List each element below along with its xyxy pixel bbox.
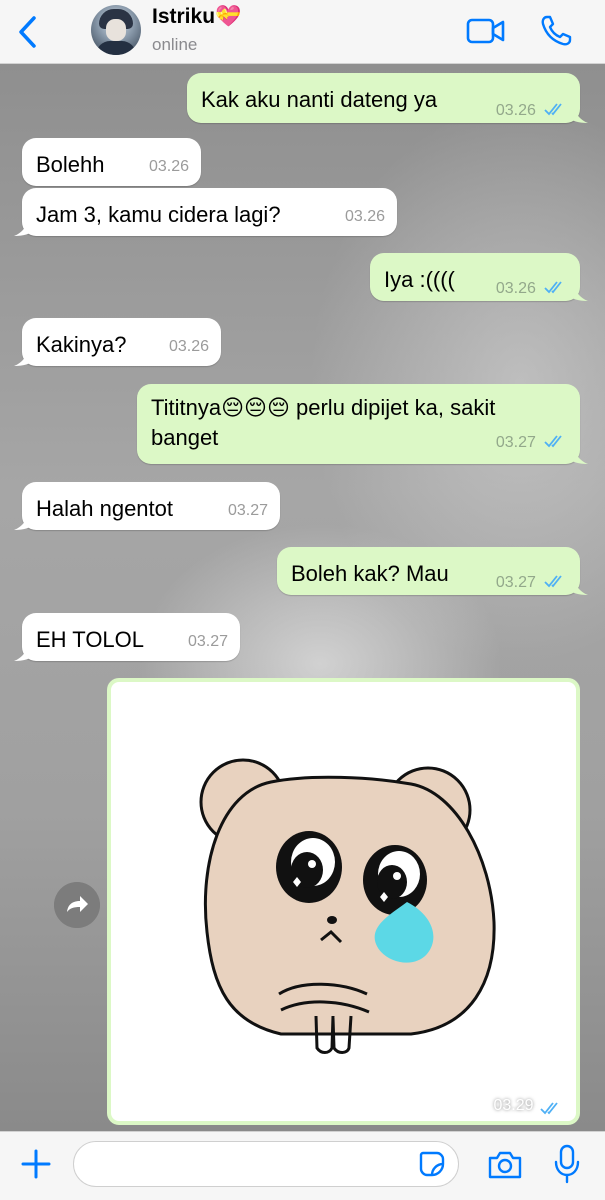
message-incoming[interactable]: EH TOLOL 03.27 (14, 613, 240, 661)
message-time: 03.26 (344, 208, 385, 225)
bubble-tail (568, 281, 588, 301)
message-time: 03.26 (168, 338, 209, 355)
contact-name[interactable]: Istriku💝 (152, 5, 241, 29)
message-text: Kak aku nanti dateng ya (201, 87, 438, 112)
bubble-tail (14, 510, 34, 530)
message-time: 03.27 (495, 574, 536, 591)
message-text: Kakinya? (36, 332, 127, 357)
crying-bear-sticker (199, 758, 496, 1054)
double-check-icon (540, 1102, 558, 1115)
bubble-tail (14, 216, 34, 236)
message-time: 03.26 (148, 158, 189, 175)
message-text: Jam 3, kamu cidera lagi? (36, 202, 281, 227)
message-text: Bolehh (36, 152, 105, 177)
plus-icon[interactable] (20, 1148, 52, 1180)
message-incoming[interactable]: Jam 3, kamu cidera lagi? 03.26 (14, 188, 397, 236)
message-time: 03.27 (187, 633, 228, 650)
bubble-tail (14, 346, 34, 366)
bubble-tail (568, 103, 588, 123)
forward-icon[interactable] (54, 882, 100, 928)
message-incoming[interactable]: Halah ngentot 03.27 (14, 482, 280, 530)
message-outgoing[interactable]: Tititnya😔😔😔 perlu dipijet ka, sakit bang… (137, 384, 588, 464)
message-time: 03.27 (495, 434, 536, 451)
message-text: Boleh kak? Mau (291, 561, 449, 586)
contact-status: online (152, 35, 198, 54)
phone-icon[interactable] (539, 14, 573, 48)
microphone-icon[interactable] (553, 1144, 581, 1184)
message-text: Tititnya😔😔😔 perlu dipijet ka, sakit (151, 395, 496, 420)
message-text: EH TOLOL (36, 627, 145, 652)
sticker-icon[interactable] (418, 1150, 446, 1178)
message-incoming[interactable]: Kakinya? 03.26 (14, 318, 221, 366)
camera-icon[interactable] (487, 1150, 523, 1180)
message-time: 03.27 (227, 502, 268, 519)
message-outgoing[interactable]: Boleh kak? Mau 03.27 (277, 547, 588, 595)
composer-bar (0, 1131, 605, 1200)
message-time: 03.26 (495, 280, 536, 297)
double-check-icon (544, 575, 562, 588)
double-check-icon (544, 435, 562, 448)
video-camera-icon[interactable] (466, 15, 506, 47)
chat-header: Istriku💝 online (0, 0, 605, 64)
message-time: 03.26 (495, 102, 536, 119)
message-time: 03.29 (494, 1096, 563, 1115)
chat-area[interactable]: Kak aku nanti dateng ya 03.26 Bolehh 03.… (0, 64, 605, 1131)
message-outgoing[interactable]: Kak aku nanti dateng ya 03.26 (187, 73, 588, 123)
bubble-tail (568, 444, 588, 464)
message-text: Halah ngentot (36, 496, 173, 521)
bubble-tail (14, 641, 34, 661)
message-incoming[interactable]: Bolehh 03.26 (22, 138, 201, 186)
bubble-tail (568, 575, 588, 595)
chevron-left-icon[interactable] (14, 14, 44, 50)
avatar[interactable] (91, 5, 141, 55)
message-outgoing[interactable]: Iya :(((( 03.26 (370, 253, 588, 301)
message-input[interactable] (73, 1141, 459, 1187)
double-check-icon (544, 281, 562, 294)
double-check-icon (544, 103, 562, 116)
sticker-message[interactable]: 03.29 (107, 678, 580, 1125)
message-text: Iya :(((( (384, 267, 455, 292)
